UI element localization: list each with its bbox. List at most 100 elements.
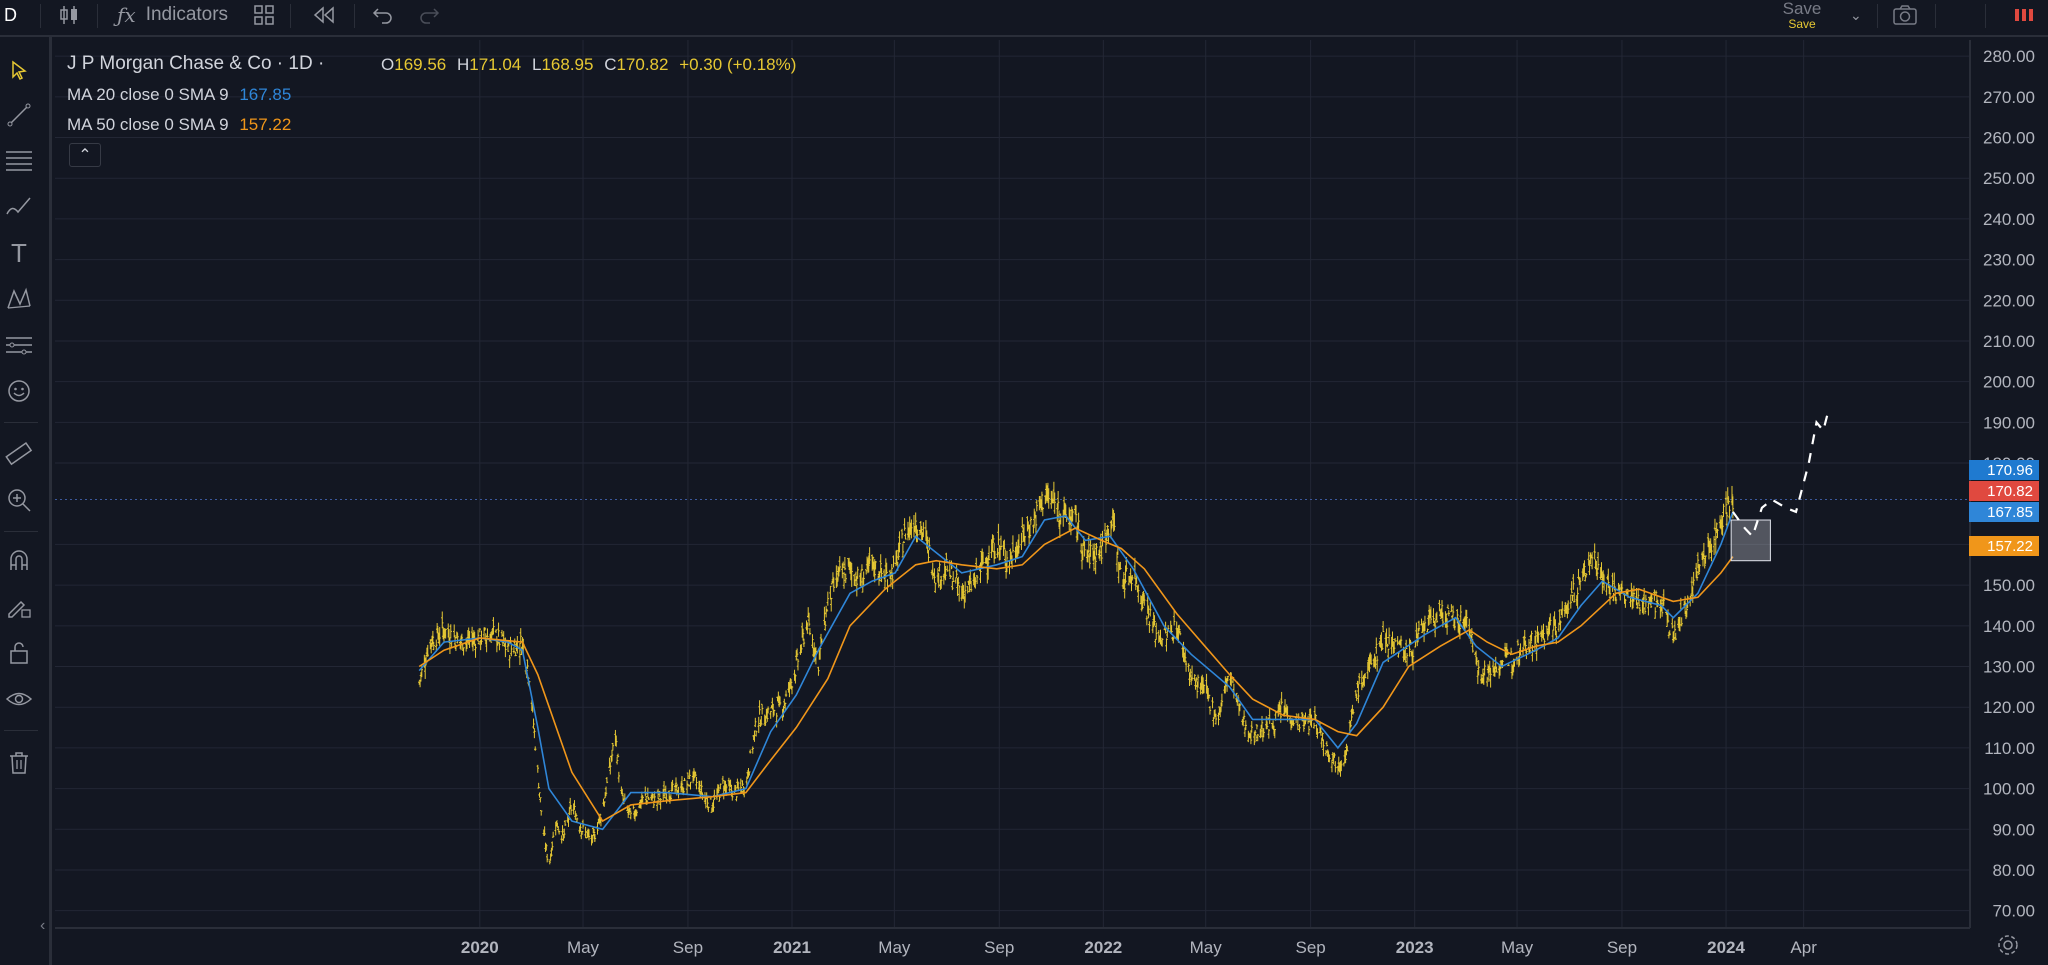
open-key: O — [381, 55, 395, 74]
time-tick-label: Apr — [1790, 938, 1817, 957]
toolbar-divider — [4, 531, 38, 532]
time-tick-label: May — [878, 938, 911, 957]
collapse-toolbar-chevron-icon[interactable]: ‹ — [40, 917, 45, 935]
save-button[interactable]: Save Save — [1780, 0, 1824, 31]
ma20-value: 167.85 — [239, 85, 292, 104]
price-tick-label: 80.00 — [1992, 861, 2035, 880]
symbol-title[interactable]: J P Morgan Chase & Co · 1D · — [67, 53, 324, 75]
time-tick-label: 2020 — [461, 938, 499, 957]
price-tick-label: 130.00 — [1983, 658, 2035, 677]
price-tick-label: 210.00 — [1983, 332, 2035, 351]
brush-icon[interactable] — [4, 192, 34, 222]
price-tick-label: 120.00 — [1983, 698, 2035, 717]
indicators-label: Indicators — [145, 4, 229, 25]
close-key: C — [604, 55, 617, 74]
chart-grid — [55, 40, 1971, 929]
price-tick-label: 250.00 — [1983, 169, 2035, 188]
ma50-price-tag: 157.22 — [1969, 536, 2039, 556]
function-icon: ƒx — [117, 3, 136, 27]
magnet-icon[interactable] — [4, 546, 34, 576]
time-tick-label: 2021 — [773, 938, 811, 957]
lock-icon[interactable] — [4, 638, 34, 668]
price-tick-label: 280.00 — [1983, 47, 2035, 66]
price-tick-label: 230.00 — [1983, 251, 2035, 270]
price-tick-label: 200.00 — [1983, 373, 2035, 392]
toolbar-divider — [1935, 4, 1936, 28]
indicators-button[interactable]: ƒx Indicators — [117, 0, 228, 30]
price-tick-label: 270.00 — [1983, 88, 2035, 107]
low-value: 168.95 — [541, 55, 594, 74]
time-tick-label: Sep — [1607, 938, 1637, 957]
toolbar-divider — [4, 730, 38, 731]
time-tick-label: May — [567, 938, 600, 957]
toolbar-divider — [1985, 4, 1986, 28]
time-tick-label: 2024 — [1707, 938, 1745, 957]
undo-icon[interactable] — [372, 0, 394, 30]
toolbar-divider — [354, 4, 355, 28]
ma20-label: MA 20 close 0 SMA 9 — [67, 85, 229, 104]
lock-pencil-icon[interactable] — [4, 592, 34, 622]
camera-snapshot-icon[interactable] — [1892, 0, 1918, 30]
time-tick-label: 2022 — [1084, 938, 1122, 957]
toolbar-divider — [290, 4, 291, 28]
time-tick-label: Sep — [984, 938, 1014, 957]
rectangle-drawing — [1730, 519, 1771, 562]
ruler-icon[interactable] — [4, 439, 34, 469]
price-tick-label: 70.00 — [1992, 902, 2035, 921]
save-dropdown-chevron-icon[interactable]: ⌄ — [1850, 0, 1862, 30]
time-tick-label: 2023 — [1396, 938, 1434, 957]
ohlc-values: O169.56 H171.04 L168.95 C170.82 +0.30 (+… — [381, 55, 796, 75]
price-tick-label: 110.00 — [1984, 739, 2035, 758]
price-tick-label: 260.00 — [1983, 129, 2035, 148]
symbol-button[interactable]: D — [4, 0, 17, 30]
pattern-tool-icon[interactable] — [4, 284, 34, 314]
time-tick-label: May — [1190, 938, 1223, 957]
ma50-label: MA 50 close 0 SMA 9 — [67, 115, 229, 134]
toolbar-divider — [97, 4, 98, 28]
ma20-price-tag: 167.85 — [1969, 502, 2039, 522]
price-tick-label: 140.00 — [1983, 617, 2035, 636]
close-value: 170.82 — [616, 55, 669, 74]
trend-line-icon[interactable] — [4, 100, 34, 130]
top-toolbar: D ƒx Indicators Save Save ⌄ — [0, 0, 2048, 37]
open-value: 169.56 — [394, 55, 447, 74]
ma50-value: 157.22 — [239, 115, 292, 134]
close-price-tag: 170.82 — [1969, 481, 2039, 501]
redo-icon[interactable] — [418, 0, 440, 30]
drawing-toolbar: T ‹ — [0, 37, 52, 965]
toolbar-divider — [1877, 4, 1878, 28]
ma50-legend[interactable]: MA 50 close 0 SMA 9 157.22 — [67, 115, 291, 135]
price-tick-label: 150.00 — [1983, 576, 2035, 595]
fib-retracement-icon[interactable] — [4, 146, 34, 176]
layout-grid-icon[interactable] — [253, 0, 275, 30]
trash-icon[interactable] — [4, 748, 34, 778]
toolbar-divider — [4, 422, 38, 423]
plot-area — [55, 40, 1970, 928]
legend-collapse-button[interactable]: ⌃ — [69, 143, 101, 167]
price-tick-label: 100.00 — [1983, 780, 2035, 799]
text-tool-icon[interactable]: T — [4, 238, 34, 268]
price-chart[interactable]: 280.00 270.00 260.00 250.00 240.00 230.00 220.… — [0, 0, 2048, 965]
zoom-in-icon[interactable] — [4, 485, 34, 515]
time-tick-label: Sep — [1296, 938, 1326, 957]
replay-rewind-icon[interactable] — [312, 0, 336, 30]
prediction-tool-icon[interactable] — [4, 330, 34, 360]
high-value: 171.04 — [469, 55, 522, 74]
high-price-tag: 170.96 — [1969, 460, 2039, 480]
price-tick-label: 220.00 — [1983, 291, 2035, 310]
high-key: H — [456, 55, 470, 74]
cursor-arrow-icon[interactable] — [4, 55, 34, 85]
emoji-icon[interactable] — [4, 376, 34, 406]
time-tick-label: May — [1501, 938, 1534, 957]
ma20-legend[interactable]: MA 20 close 0 SMA 9 167.85 — [67, 85, 291, 105]
toolbar-divider — [40, 4, 41, 28]
alert-bars-icon[interactable] — [2014, 0, 2034, 30]
time-tick-label: Sep — [673, 938, 703, 957]
price-tick-label: 190.00 — [1983, 413, 2035, 432]
candles-chart-type-icon[interactable] — [58, 0, 80, 30]
change-value: +0.30 (+0.18%) — [679, 55, 797, 74]
settings-gear-icon[interactable] — [1996, 933, 2020, 962]
eye-visibility-icon[interactable] — [4, 684, 34, 714]
price-tick-label: 240.00 — [1983, 210, 2035, 229]
time-axis: 2020 May Sep 2021 May Sep 2022 May Sep 2023 May Sep… — [461, 938, 1817, 957]
